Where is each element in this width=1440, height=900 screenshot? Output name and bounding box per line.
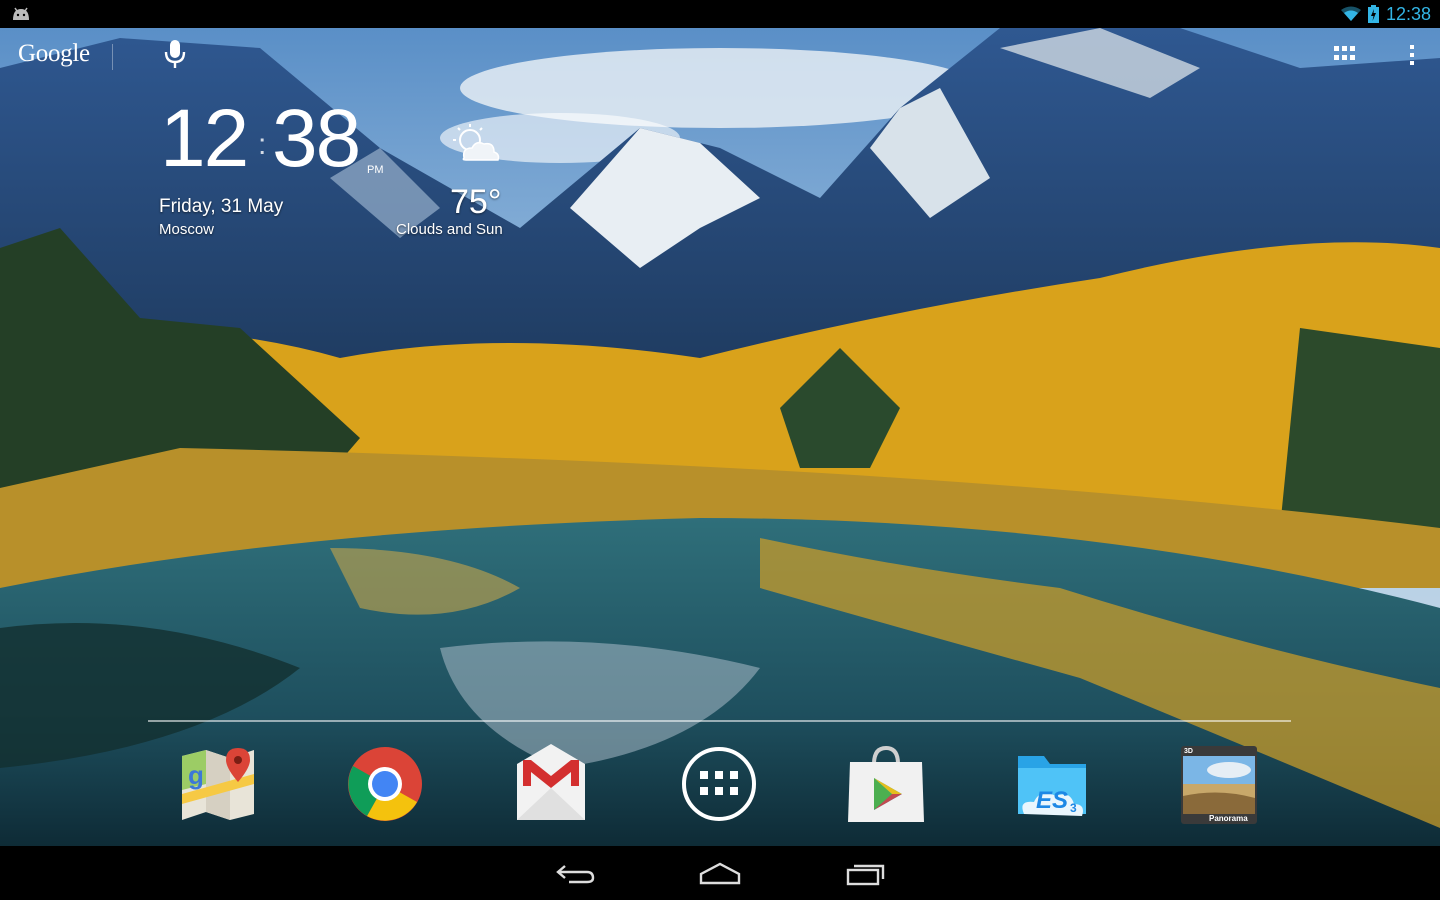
overflow-menu-icon[interactable] <box>1408 44 1416 71</box>
svg-text:3D: 3D <box>1184 748 1193 755</box>
svg-text:ES: ES <box>1036 787 1068 814</box>
clock-ampm: PM <box>367 164 384 176</box>
svg-text:g: g <box>188 760 204 790</box>
battery-charging-icon <box>1368 5 1379 28</box>
maps-icon[interactable]: g <box>178 744 258 824</box>
app-launcher-icon[interactable] <box>679 744 759 824</box>
clock-hour[interactable]: 12 <box>160 98 249 180</box>
weather-temperature[interactable]: 75° <box>450 183 501 222</box>
apps-grid-icon[interactable] <box>1334 46 1356 67</box>
recents-icon[interactable] <box>844 862 886 891</box>
wifi-icon <box>1340 6 1362 27</box>
android-notification-icon[interactable] <box>10 6 32 27</box>
back-icon[interactable] <box>555 862 597 891</box>
clock-date[interactable]: Friday, 31 May <box>159 196 283 218</box>
google-search-logo[interactable]: Google <box>18 40 90 68</box>
status-bar: 12:38 <box>0 0 1440 28</box>
clock-city: Moscow <box>159 221 215 238</box>
search-divider <box>112 44 113 70</box>
partly-cloudy-icon[interactable] <box>448 122 504 171</box>
gmail-icon[interactable] <box>511 744 591 824</box>
play-store-icon[interactable] <box>846 744 926 824</box>
es-file-explorer-icon[interactable]: ES 3 <box>1012 744 1092 824</box>
svg-text:3: 3 <box>1070 801 1077 815</box>
chrome-icon[interactable] <box>345 744 425 824</box>
status-clock: 12:38 <box>1386 4 1432 24</box>
dock-divider <box>148 720 1291 722</box>
home-icon[interactable] <box>699 862 741 891</box>
weather-condition: Clouds and Sun <box>396 221 503 238</box>
mic-icon[interactable] <box>162 38 188 75</box>
panorama-label: Panorama <box>1209 814 1248 823</box>
clock-minute[interactable]: 38 <box>272 98 361 180</box>
navigation-bar <box>0 846 1440 900</box>
panorama-icon[interactable]: 3D Panorama <box>1179 744 1259 824</box>
clock-separator: : <box>258 128 267 161</box>
